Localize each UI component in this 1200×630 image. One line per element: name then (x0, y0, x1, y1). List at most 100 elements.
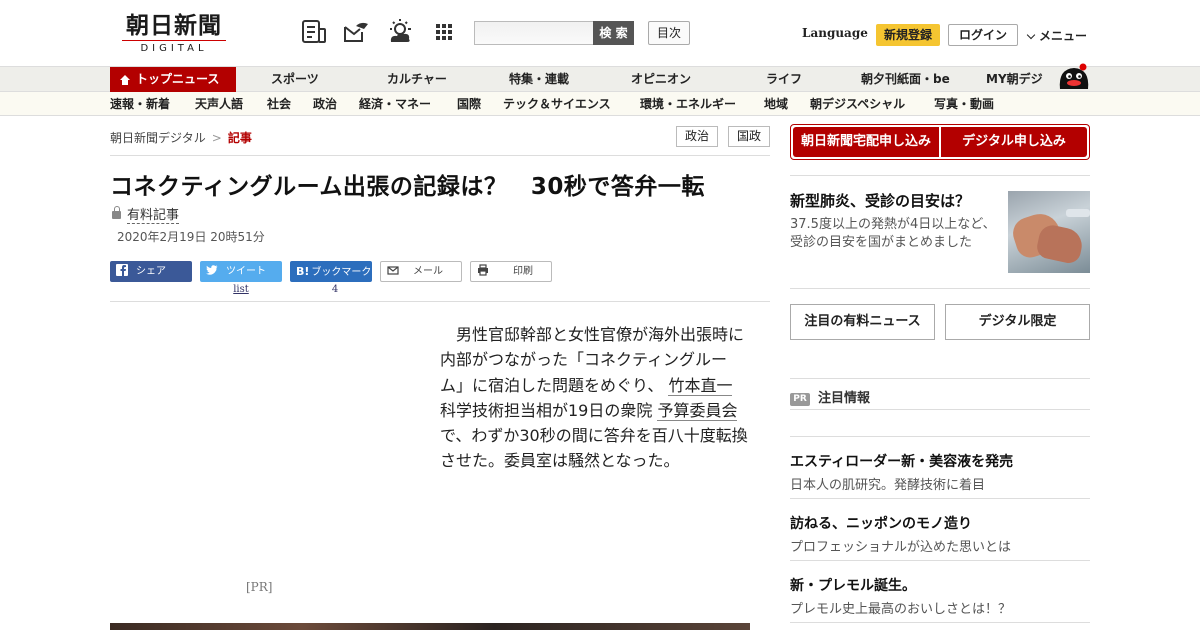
twitter-icon (206, 265, 218, 275)
pr-item-title[interactable]: エスティローダー新・美容液を発売 (790, 451, 1013, 471)
share-label: メール (413, 266, 443, 277)
nav-photo-video[interactable]: 写真・動画 (934, 92, 994, 116)
divider (790, 409, 1090, 410)
nav-environment[interactable]: 環境・エネルギー (640, 92, 736, 116)
logo-main-text: 朝日新聞 (126, 12, 222, 39)
login-button[interactable]: ログイン (948, 24, 1018, 46)
promo-handwash-image[interactable] (1008, 191, 1090, 273)
committee-link[interactable]: 予算委員会 (657, 400, 738, 421)
share-twitter-button[interactable]: ツイート (200, 261, 282, 282)
pr-heading-text: 注目情報 (818, 391, 871, 406)
nav-society[interactable]: 社会 (267, 92, 291, 116)
nav-top-news[interactable]: トップニュース (110, 67, 236, 92)
nav-region[interactable]: 地域 (764, 92, 788, 116)
nav-opinion[interactable]: オピニオン (631, 67, 691, 92)
mail-icon[interactable] (342, 18, 370, 46)
paid-article-label[interactable]: 有料記事 (112, 204, 180, 224)
nav-tech-science[interactable]: テック＆サイエンス (503, 92, 611, 116)
pr-item-desc: 日本人の肌研究。発酵技術に着目 (790, 478, 986, 493)
digital-only-button[interactable]: デジタル限定 (945, 304, 1090, 340)
primary-nav: トップニュース スポーツ カルチャー 特集・連載 オピニオン ライフ 朝夕刊紙面… (0, 63, 1200, 92)
printer-icon (478, 264, 488, 276)
facebook-icon (116, 264, 128, 276)
subscribe-box: 朝日新聞宅配申し込み デジタル申し込み (790, 124, 1090, 160)
divider (790, 622, 1090, 623)
nav-my-asadigi[interactable]: MY朝デジ (986, 67, 1043, 92)
person-link[interactable]: 竹本直一 (668, 375, 733, 396)
nav-sports[interactable]: スポーツ (271, 67, 319, 92)
mascot-icon (1059, 63, 1089, 89)
pr-item-title[interactable]: 訪ねる、ニッポンのモノ造り (790, 513, 972, 533)
pr-item-title[interactable]: 新・プレモル誕生。 (790, 575, 916, 595)
article-body: 男性官邸幹部と女性官僚が海外出張時に内部がつながった「コネクティングルーム」に宿… (440, 322, 748, 474)
article-date: 2020年2月19日 20時51分 (117, 230, 265, 244)
paid-news-button[interactable]: 注目の有料ニュース (790, 304, 935, 340)
register-button[interactable]: 新規登録 (876, 24, 940, 46)
home-icon (120, 75, 130, 85)
nav-label: トップニュース (136, 72, 220, 86)
nav-culture[interactable]: カルチャー (387, 67, 447, 92)
search-input[interactable] (474, 21, 594, 45)
pr-badge: PR (790, 393, 810, 406)
nav-paper-be[interactable]: 朝夕刊紙面・be (861, 67, 950, 92)
divider (110, 155, 770, 156)
secondary-nav: 速報・新着 天声人語 社会 政治 経済・マネー 国際 テック＆サイエンス 環境・… (0, 92, 1200, 116)
chevron-down-icon (1026, 30, 1036, 40)
share-label: ブックマーク (311, 267, 372, 278)
divider (790, 436, 1090, 437)
breadcrumb-separator: > (211, 131, 222, 145)
paper-icon[interactable] (300, 18, 328, 46)
body-text-segment: で、わずか30秒の間に答弁を百八十度転換させた。委員室は騒然となった。 (440, 426, 748, 471)
nav-life[interactable]: ライフ (766, 67, 802, 92)
promo-description: 37.5度以上の発熱が4日以上など、受診の目安を国がまとめました (790, 217, 996, 250)
twitter-list-link[interactable]: list (200, 284, 282, 295)
nav-tensei-jingo[interactable]: 天声人語 (195, 92, 243, 116)
share-facebook-button[interactable]: シェア (110, 261, 192, 282)
logo-sub-text: DIGITAL (140, 43, 208, 54)
article-title: コネクティングルーム出張の記録は？ 30秒で答弁一転 (110, 174, 705, 200)
article-photo[interactable] (110, 623, 750, 630)
ad-pr-label: [PR] (246, 580, 273, 594)
site-header: 朝日新聞 DIGITAL 検 索 目次 Language 新規登録 ログイン メ… (0, 0, 1200, 66)
site-logo[interactable]: 朝日新聞 DIGITAL (118, 14, 230, 54)
divider (110, 301, 770, 302)
divider (790, 378, 1090, 379)
search-button[interactable]: 検 索 (593, 21, 634, 45)
apps-grid-icon[interactable] (430, 18, 458, 46)
toc-button[interactable]: 目次 (648, 21, 690, 45)
tag-politics[interactable]: 政治 (676, 126, 718, 147)
share-print-button[interactable]: 印刷 (470, 261, 552, 282)
share-label: シェア (136, 266, 166, 277)
logo-rule (122, 40, 226, 41)
divider (790, 498, 1090, 499)
share-label: 印刷 (513, 266, 533, 277)
subscribe-digital-button[interactable]: デジタル申し込み (941, 127, 1087, 157)
envelope-icon (387, 266, 399, 275)
promo-title[interactable]: 新型肺炎、受診の目安は？ (790, 190, 970, 211)
breadcrumb: 朝日新聞デジタル > 記事 (110, 129, 252, 146)
paid-label-text: 有料記事 (127, 208, 180, 224)
subscribe-paper-button[interactable]: 朝日新聞宅配申し込み (793, 127, 939, 157)
menu-button[interactable]: メニュー (1026, 27, 1088, 44)
divider (790, 288, 1090, 289)
share-mail-button[interactable]: メール (380, 261, 462, 282)
nav-features[interactable]: 特集・連載 (509, 67, 569, 92)
hatena-bookmark-icon: B! (296, 265, 310, 278)
tag-national-politics[interactable]: 国政 (728, 126, 770, 147)
language-link[interactable]: Language (802, 26, 868, 40)
body-text-segment: 科学技術担当相が19日の衆院 (440, 400, 653, 420)
hatena-count: 4 (331, 284, 339, 295)
nav-economy[interactable]: 経済・マネー (359, 92, 431, 116)
menu-label: メニュー (1039, 29, 1088, 43)
nav-international[interactable]: 国際 (457, 92, 481, 116)
hand-shape (1034, 222, 1086, 266)
nav-politics[interactable]: 政治 (313, 92, 337, 116)
pr-item-desc: プレモル史上最高のおいしさとは！？ (790, 602, 1012, 617)
faucet-shape (1066, 209, 1090, 217)
share-hatena-button[interactable]: B! ブックマーク (290, 261, 372, 282)
share-label: ツイート (226, 266, 266, 277)
weather-icon[interactable] (386, 18, 414, 46)
nav-breaking[interactable]: 速報・新着 (110, 92, 170, 116)
breadcrumb-home[interactable]: 朝日新聞デジタル (110, 131, 206, 145)
nav-special[interactable]: 朝デジスペシャル (810, 92, 905, 116)
